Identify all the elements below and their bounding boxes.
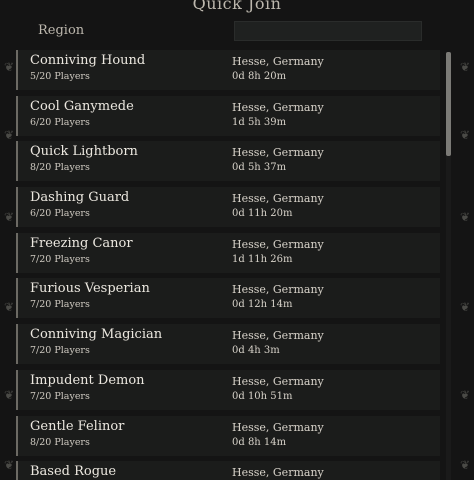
server-location: Hesse, Germany (232, 192, 324, 206)
server-uptime: 0d 8h 14m (232, 436, 287, 448)
server-uptime: 0d 11h 20m (232, 208, 293, 220)
server-players: 8/20 Players (30, 436, 90, 448)
server-uptime: 0d 12h 14m (232, 299, 293, 311)
server-name: Furious Vesperian (30, 281, 150, 297)
server-uptime: 0d 4h 3m (232, 345, 280, 357)
server-location: Hesse, Germany (232, 420, 324, 434)
server-name: Impudent Demon (30, 372, 145, 388)
server-row[interactable]: Quick Lightborn 8/20 Players Hesse, German… (16, 141, 440, 182)
server-list-scrollbar[interactable] (446, 52, 451, 480)
server-uptime: 1d 11h 26m (232, 253, 293, 265)
server-row[interactable]: Furious Vesperian 7/20 Players Hesse, Germ… (16, 278, 440, 319)
server-name: Conniving Hound (30, 53, 146, 68)
scroll-ornament-icon: ❦ (459, 458, 471, 472)
quick-join-window: Quick Join Region Conniving Hound 5/20 Pl… (0, 0, 474, 480)
server-location: Hesse, Germany (232, 100, 324, 114)
server-location: Hesse, Germany (232, 329, 324, 343)
scroll-ornament-icon: ❦ (459, 60, 471, 74)
server-name: Conniving Magician (30, 327, 163, 343)
server-row[interactable]: Cool Ganymede 6/20 Players Hesse, Germany 1… (16, 95, 440, 136)
server-row[interactable]: Gentle Felinor 8/20 Players Hesse, Germany… (16, 415, 440, 456)
server-row[interactable]: Freezing Canor 7/20 Players Hesse, Germany… (16, 232, 440, 273)
server-players: 8/20 Players (30, 162, 90, 174)
server-location: Hesse, Germany (232, 466, 324, 480)
server-location: Hesse, Germany (232, 237, 324, 251)
server-name: Freezing Canor (30, 235, 133, 251)
server-row[interactable]: Based Rogue Hesse, Germany (16, 461, 440, 480)
scroll-ornament-icon: ❦ (3, 388, 15, 402)
server-players: 5/20 Players (30, 71, 90, 82)
server-row[interactable]: Impudent Demon 7/20 Players Hesse, Germany… (16, 369, 440, 410)
server-uptime: 1d 5h 39m (232, 116, 287, 128)
server-name: Quick Lightborn (30, 144, 138, 160)
server-name: Dashing Guard (30, 190, 130, 206)
server-players: 7/20 Players (30, 345, 90, 357)
server-location: Hesse, Germany (232, 55, 324, 68)
server-location: Hesse, Germany (232, 146, 324, 160)
server-players: 6/20 Players (30, 208, 90, 220)
server-name: Based Rogue (30, 464, 117, 480)
scroll-ornament-icon: ❦ (3, 128, 15, 142)
server-uptime: 0d 10h 51m (232, 390, 293, 402)
scroll-ornament-icon: ❦ (3, 458, 15, 472)
server-players: 6/20 Players (30, 116, 90, 128)
server-name: Cool Ganymede (30, 98, 134, 114)
server-players: 7/20 Players (30, 299, 90, 311)
scroll-ornament-icon: ❦ (459, 300, 471, 314)
scrollbar-thumb[interactable] (446, 52, 451, 156)
server-location: Hesse, Germany (232, 374, 324, 388)
scroll-ornament-icon: ❦ (459, 128, 471, 142)
server-uptime: 0d 5h 37m (232, 162, 287, 174)
server-uptime: 0d 8h 20m (232, 71, 287, 82)
scroll-ornament-icon: ❦ (3, 60, 15, 74)
server-row[interactable]: Dashing Guard 6/20 Players Hesse, Germany 0… (16, 187, 440, 228)
scroll-ornament-icon: ❦ (3, 210, 15, 224)
server-name: Gentle Felinor (30, 418, 125, 434)
region-select[interactable] (234, 21, 422, 41)
server-row[interactable]: Conniving Hound 5/20 Players Hesse, German… (16, 50, 440, 90)
server-location: Hesse, Germany (232, 283, 324, 297)
scroll-ornament-icon: ❦ (459, 388, 471, 402)
server-players: 7/20 Players (30, 390, 90, 402)
server-players: 7/20 Players (30, 253, 90, 265)
region-label: Region (38, 23, 85, 38)
scroll-ornament-icon: ❦ (3, 300, 15, 314)
window-title: Quick Join (192, 0, 282, 13)
scroll-ornament-icon: ❦ (459, 210, 471, 224)
server-row[interactable]: Conniving Magician 7/20 Players Hesse, Ger… (16, 324, 440, 365)
server-list: Conniving Hound 5/20 Players Hesse, German… (16, 50, 440, 480)
